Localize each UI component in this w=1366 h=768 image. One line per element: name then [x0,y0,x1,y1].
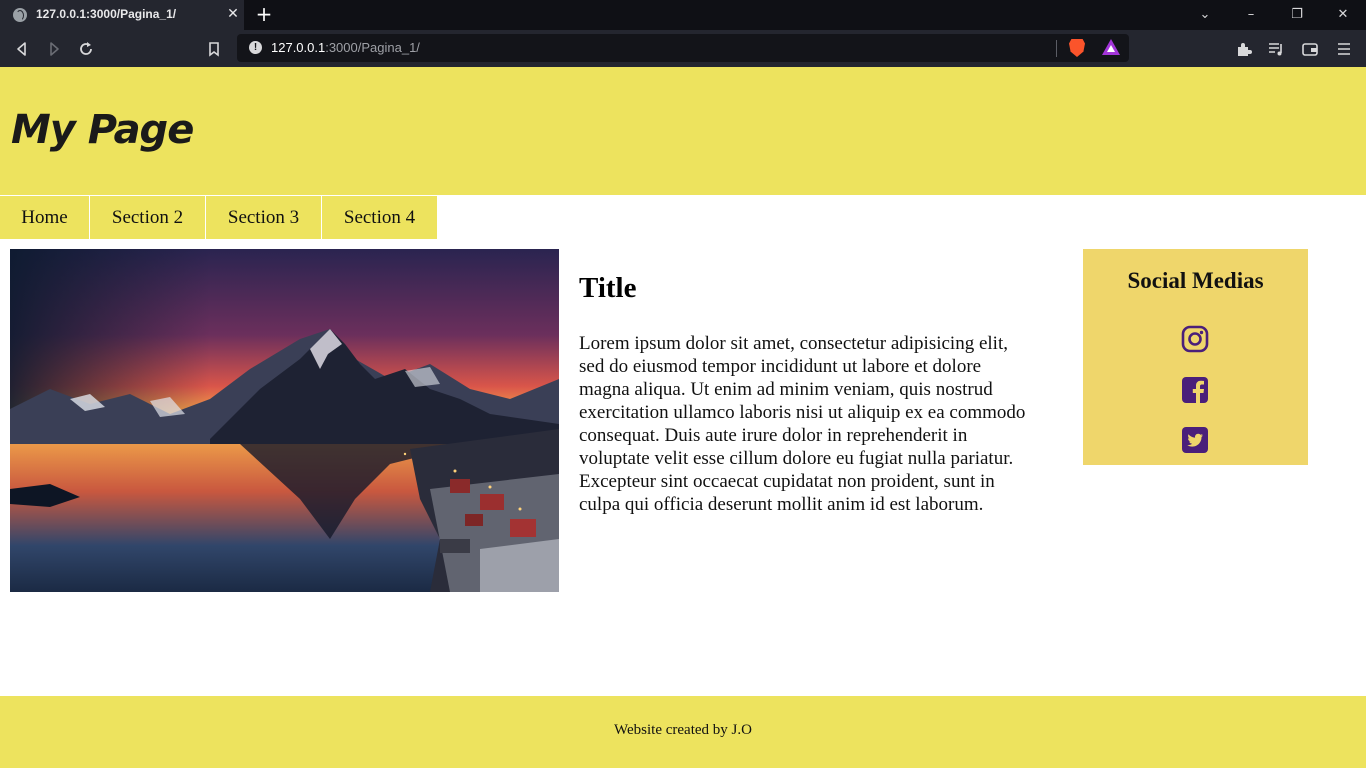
browser-tab-strip: 127.0.0.1:3000/Pagina_1/ ✕ + ⌄ – ❐ ✕ [0,0,1366,30]
browser-tab[interactable]: 127.0.0.1:3000/Pagina_1/ ✕ [0,0,244,30]
url-host: 127.0.0.1 [271,40,326,55]
minimize-icon[interactable]: – [1241,5,1261,25]
instagram-icon[interactable] [1181,325,1209,353]
globe-icon [13,8,27,22]
extensions-icon[interactable] [1234,39,1254,59]
nav-item-section-2[interactable]: Section 2 [90,196,205,239]
plus-icon[interactable]: + [254,4,274,24]
main-nav: Home Section 2 Section 3 Section 4 [0,196,438,239]
window-close-icon[interactable]: ✕ [1333,5,1353,25]
wallet-icon[interactable] [1300,39,1320,59]
twitter-icon[interactable] [1181,426,1209,454]
menu-icon[interactable] [1334,39,1354,59]
landscape-photo [10,249,559,592]
brave-rewards-icon[interactable] [1102,39,1120,55]
chevron-down-icon[interactable]: ⌄ [1195,5,1215,25]
tab-title: 127.0.0.1:3000/Pagina_1/ [36,7,177,21]
url-text[interactable]: 127.0.0.1:3000/Pagina_1/ [271,40,420,55]
bookmark-icon[interactable] [204,39,224,59]
reload-icon[interactable] [76,39,96,59]
article-title: Title [579,272,637,304]
footer-text: Website created by J.O [614,722,752,738]
browser-toolbar: ! 127.0.0.1:3000/Pagina_1/ [0,30,1366,67]
nav-item-section-4[interactable]: Section 4 [322,196,437,239]
social-media-title: Social Medias [1127,268,1264,293]
forward-icon[interactable] [44,39,64,59]
site-title: My Page [11,107,194,153]
url-path: :3000/Pagina_1/ [325,40,420,55]
site-footer: Website created by J.O [0,696,1366,768]
playlist-icon[interactable] [1266,39,1286,59]
social-media-panel: Social Medias [1083,249,1308,465]
url-divider [1056,40,1057,57]
back-icon[interactable] [12,39,32,59]
facebook-icon[interactable] [1181,376,1209,404]
nav-item-home[interactable]: Home [0,196,89,239]
site-header: My Page [0,67,1366,195]
brave-shield-icon[interactable] [1069,39,1085,57]
close-icon[interactable]: ✕ [225,6,241,22]
restore-icon[interactable]: ❐ [1287,5,1307,25]
article-body: Lorem ipsum dolor sit amet, consectetur … [579,333,1026,515]
address-bar[interactable]: ! 127.0.0.1:3000/Pagina_1/ [237,34,1129,62]
nav-item-section-3[interactable]: Section 3 [206,196,321,239]
info-icon[interactable]: ! [249,41,262,54]
